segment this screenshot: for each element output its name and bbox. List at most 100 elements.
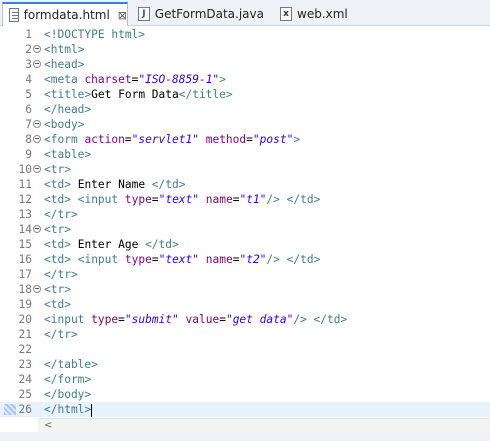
java-file-icon: J	[138, 7, 150, 21]
code-text: <!DOCTYPE html>	[44, 28, 146, 41]
code-line-6[interactable]: 6 </head>	[0, 102, 490, 117]
code-text: </html>	[44, 403, 93, 417]
line-number: 8	[25, 133, 32, 146]
line-number: 7	[25, 118, 32, 131]
code-line-16[interactable]: 16 <td> <input type="text" name="t2"/> </…	[0, 252, 490, 267]
code-line-26[interactable]: 26 </html>	[0, 402, 490, 417]
fold-collapse-icon[interactable]	[33, 135, 41, 143]
code-text: <td> Enter Age </td>	[44, 238, 179, 251]
line-number: 16	[18, 253, 32, 266]
code-text: </table>	[44, 358, 98, 371]
code-text: <body>	[44, 118, 85, 131]
line-number: 9	[25, 148, 32, 161]
code-text: <input type="submit" value="get data"/> …	[44, 313, 348, 326]
fold-collapse-icon[interactable]	[33, 165, 41, 173]
code-editor[interactable]: 1 <!DOCTYPE html> 2 <html> 3 <head> 4 <meta cha…	[0, 27, 490, 419]
code-line-25[interactable]: 25 </body>	[0, 387, 490, 402]
code-line-10[interactable]: 10 <tr>	[0, 162, 490, 177]
line-number: 13	[18, 208, 32, 221]
code-text: <meta charset="ISO-8859-1">	[44, 73, 226, 86]
line-number: 6	[25, 103, 32, 116]
code-line-22[interactable]: 22	[0, 342, 490, 357]
code-line-15[interactable]: 15 <td> Enter Age </td>	[0, 237, 490, 252]
line-number: 21	[18, 328, 32, 341]
code-text: <title>Get Form Data</title>	[44, 88, 233, 101]
code-line-2[interactable]: 2 <html>	[0, 42, 490, 57]
scroll-left-arrow-icon[interactable]: <	[44, 419, 52, 432]
line-number: 19	[18, 298, 32, 311]
line-number: 1	[25, 28, 32, 41]
code-text: <html>	[44, 43, 85, 56]
tab-web-xml[interactable]: x web.xml	[276, 2, 366, 26]
code-line-21[interactable]: 21 </tr>	[0, 327, 490, 342]
editor-tab-bar: formdata.html ⊠ J GetFormData.java x web…	[0, 0, 490, 26]
code-text: <td> Enter Name </td>	[44, 178, 186, 191]
code-text: <table>	[44, 148, 92, 161]
bottom-border	[0, 432, 490, 441]
code-text: </body>	[44, 388, 92, 401]
code-text: <form action="servlet1" method="post">	[44, 133, 301, 146]
line-number: 2	[25, 43, 32, 56]
line-number: 12	[18, 193, 32, 206]
code-line-12[interactable]: 12 <td> <input type="text" name="t1"/> </…	[0, 192, 490, 207]
code-line-17[interactable]: 17 </tr>	[0, 267, 490, 282]
code-line-1[interactable]: 1 <!DOCTYPE html>	[0, 27, 490, 42]
code-line-24[interactable]: 24 </form>	[0, 372, 490, 387]
line-number: 22	[18, 343, 32, 356]
code-line-11[interactable]: 11 <td> Enter Name </td>	[0, 177, 490, 192]
code-text: <tr>	[44, 223, 71, 236]
code-text: <td>	[44, 298, 71, 311]
code-text: </tr>	[44, 208, 78, 221]
line-number: 25	[18, 388, 32, 401]
line-number: 15	[18, 238, 32, 251]
code-line-23[interactable]: 23 </table>	[0, 357, 490, 372]
code-line-19[interactable]: 19 <td>	[0, 297, 490, 312]
code-line-9[interactable]: 9 <table>	[0, 147, 490, 162]
code-line-14[interactable]: 14 <tr>	[0, 222, 490, 237]
line-number: 10	[18, 163, 32, 176]
tab-label: GetFormData.java	[154, 7, 264, 21]
fold-collapse-icon[interactable]	[33, 285, 41, 293]
fold-collapse-icon[interactable]	[33, 45, 41, 53]
code-line-8[interactable]: 8 <form action="servlet1" method="post">	[0, 132, 490, 147]
code-line-5[interactable]: 5 <title>Get Form Data</title>	[0, 87, 490, 102]
code-text: <td> <input type="text" name="t1"/> </td…	[44, 193, 321, 206]
fold-collapse-icon[interactable]	[33, 60, 41, 68]
code-text: <tr>	[44, 163, 71, 176]
horizontal-scrollbar[interactable]: <	[38, 418, 490, 432]
line-number: 18	[18, 283, 32, 296]
fold-collapse-icon[interactable]	[33, 225, 41, 233]
code-line-4[interactable]: 4 <meta charset="ISO-8859-1">	[0, 72, 490, 87]
code-text: <td> <input type="text" name="t2"/> </td…	[44, 253, 321, 266]
code-line-3[interactable]: 3 <head>	[0, 57, 490, 72]
code-text: </tr>	[44, 328, 78, 341]
code-text: </head>	[44, 103, 92, 116]
close-tab-icon[interactable]: ⊠	[118, 9, 127, 22]
code-line-20[interactable]: 20 <input type="submit" value="get data"/…	[0, 312, 490, 327]
line-number: 17	[18, 268, 32, 281]
line-number: 4	[25, 73, 32, 86]
code-text: </tr>	[44, 268, 78, 281]
code-line-7[interactable]: 7 <body>	[0, 117, 490, 132]
line-number: 26	[18, 403, 32, 416]
line-number: 23	[18, 358, 32, 371]
line-number: 24	[18, 373, 32, 386]
line-number: 11	[18, 178, 32, 191]
code-line-13[interactable]: 13 </tr>	[0, 207, 490, 222]
line-number: 3	[25, 58, 32, 71]
fold-collapse-icon[interactable]	[33, 120, 41, 128]
tab-formdata-html[interactable]: formdata.html ⊠	[2, 2, 128, 26]
code-line-18[interactable]: 18 <tr>	[0, 282, 490, 297]
xml-file-icon: x	[280, 7, 292, 21]
tab-label: web.xml	[297, 7, 348, 21]
text-cursor	[91, 403, 93, 417]
tab-label: formdata.html	[23, 8, 110, 22]
line-number: 5	[25, 88, 32, 101]
code-text: <head>	[44, 58, 85, 71]
line-number: 14	[18, 223, 32, 236]
code-text: <tr>	[44, 283, 71, 296]
html-file-icon	[9, 8, 19, 22]
code-text: </form>	[44, 373, 92, 386]
line-number: 20	[18, 313, 32, 326]
tab-getformdata-java[interactable]: J GetFormData.java	[134, 2, 264, 26]
